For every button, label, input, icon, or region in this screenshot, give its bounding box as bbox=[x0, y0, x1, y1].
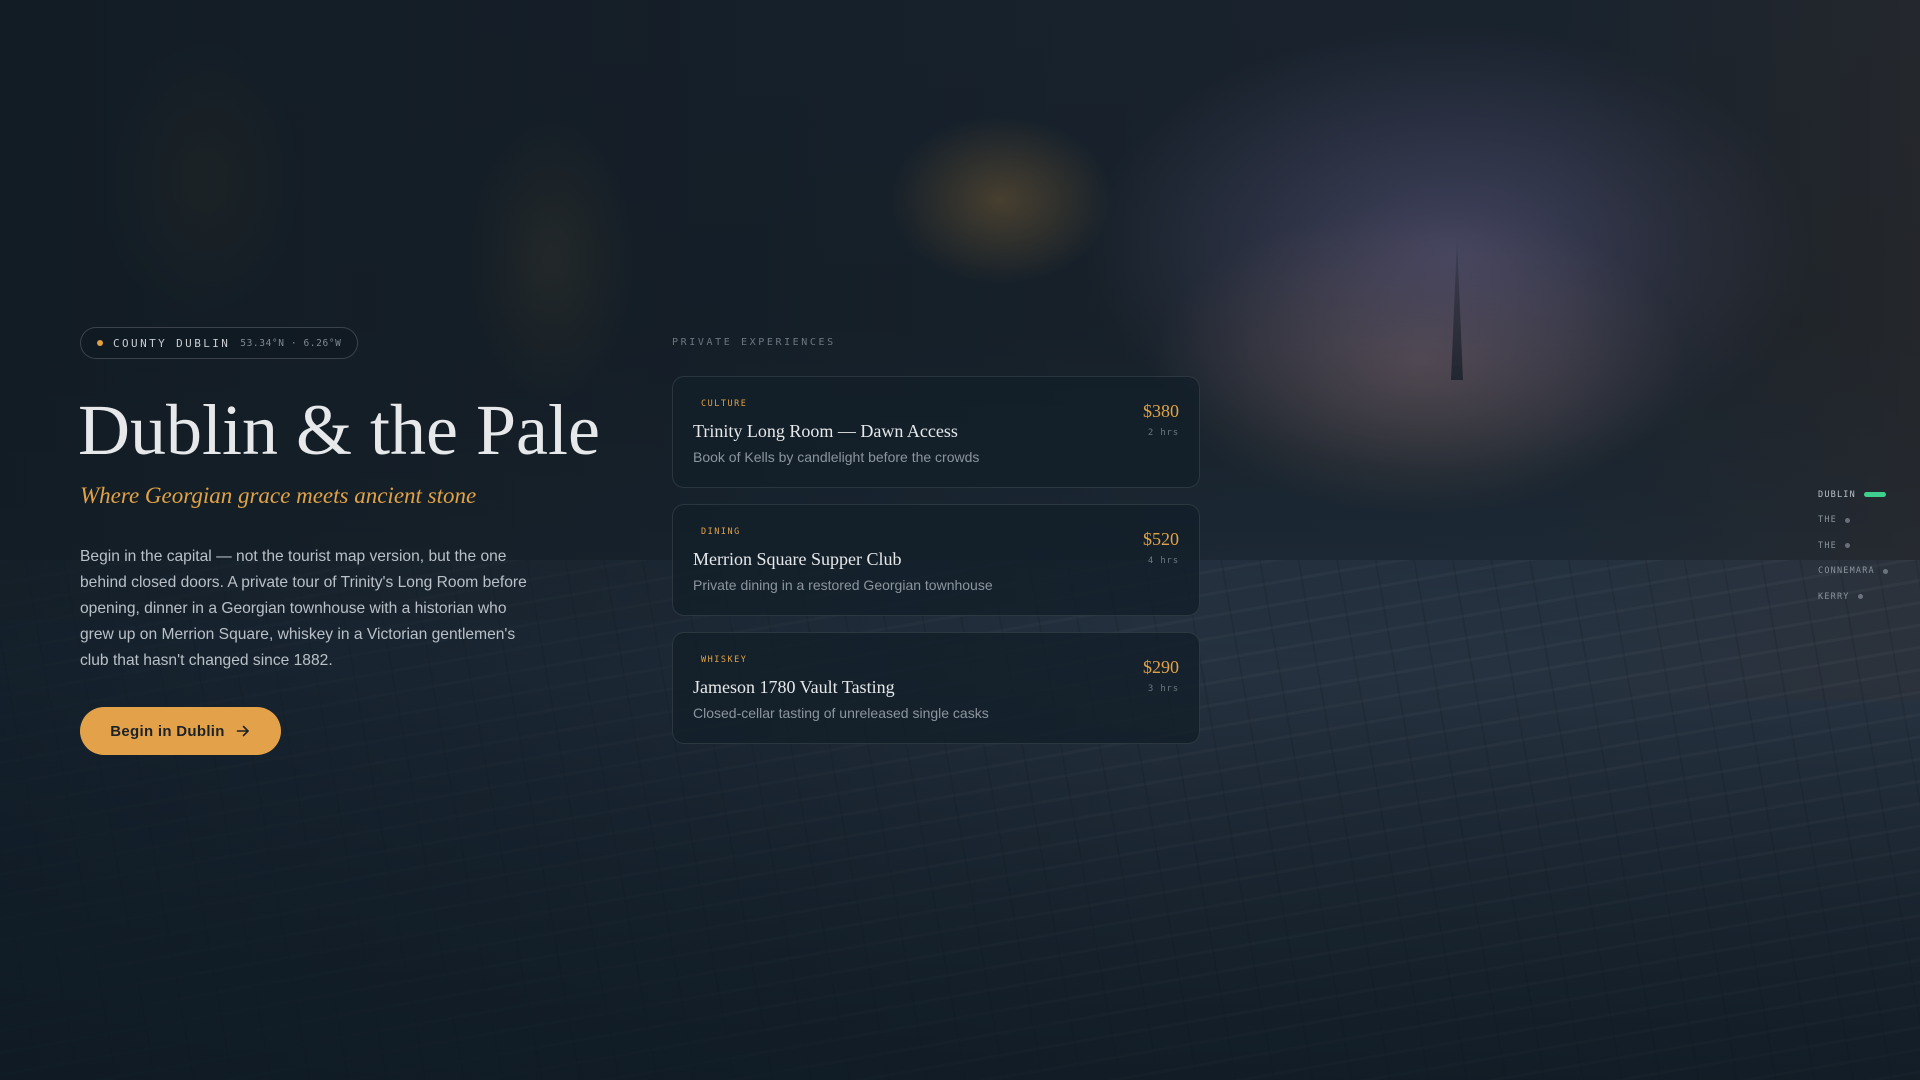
experience-duration: 3 hrs bbox=[1147, 684, 1179, 694]
experience-list: CULTURE Trinity Long Room — Dawn Access … bbox=[672, 376, 1200, 760]
page: COUNTY DUBLIN 53.34°N · 6.26°W Dublin & … bbox=[0, 0, 1920, 1080]
region-active-marker bbox=[1863, 492, 1886, 498]
region-marker-dot bbox=[1844, 517, 1850, 523]
experience-category: CULTURE bbox=[701, 399, 748, 409]
region-nav-label: THE bbox=[1818, 515, 1837, 526]
page-title: Dublin & the Pale bbox=[78, 390, 600, 470]
experience-price: $380 bbox=[1143, 401, 1179, 421]
region-nav-item-the[interactable]: THE bbox=[1818, 508, 1918, 534]
region-nav-label: CONNEMARA bbox=[1818, 566, 1875, 577]
experiences-section-label: PRIVATE EXPERIENCES bbox=[672, 337, 836, 348]
location-badge: COUNTY DUBLIN 53.34°N · 6.26°W bbox=[80, 327, 359, 359]
experience-card[interactable]: WHISKEY Jameson 1780 Vault Tasting Close… bbox=[672, 632, 1200, 744]
experience-description: Closed-cellar tasting of unreleased sing… bbox=[693, 705, 989, 721]
location-name: COUNTY DUBLIN bbox=[113, 336, 231, 350]
location-coordinates: 53.34°N · 6.26°W bbox=[240, 337, 342, 349]
hero-description: Begin in the capital — not the tourist m… bbox=[80, 548, 527, 669]
begin-button-label: Begin in Dublin bbox=[110, 722, 225, 740]
page-subtitle: Where Georgian grace meets ancient stone bbox=[80, 483, 477, 508]
experience-title: Trinity Long Room — Dawn Access bbox=[693, 421, 958, 441]
region-nav-label: THE bbox=[1818, 540, 1837, 551]
experience-duration: 2 hrs bbox=[1147, 428, 1179, 438]
experience-title: Merrion Square Supper Club bbox=[693, 549, 902, 569]
location-dot-icon bbox=[97, 340, 103, 346]
experience-price: $520 bbox=[1143, 529, 1179, 549]
experience-price: $290 bbox=[1143, 657, 1179, 677]
region-nav-item-the-2[interactable]: THE bbox=[1818, 533, 1918, 559]
experience-description: Private dining in a restored Georgian to… bbox=[693, 577, 993, 593]
experience-duration: 4 hrs bbox=[1147, 556, 1179, 566]
experience-card[interactable]: CULTURE Trinity Long Room — Dawn Access … bbox=[672, 376, 1200, 488]
region-nav-label: KERRY bbox=[1818, 591, 1850, 602]
region-nav-label: DUBLIN bbox=[1818, 489, 1856, 500]
arrow-right-icon bbox=[235, 723, 251, 739]
experience-card[interactable]: DINING Merrion Square Supper Club Privat… bbox=[672, 504, 1200, 616]
region-marker-dot bbox=[1844, 543, 1850, 549]
experience-description: Book of Kells by candlelight before the … bbox=[693, 449, 980, 465]
begin-button[interactable]: Begin in Dublin bbox=[80, 707, 281, 755]
region-marker-dot bbox=[1857, 594, 1863, 600]
region-nav-item-connemara[interactable]: CONNEMARA bbox=[1818, 559, 1918, 585]
region-nav: DUBLIN THE THE CONNEMARA KERRY bbox=[1818, 482, 1918, 610]
region-nav-item-dublin[interactable]: DUBLIN bbox=[1818, 482, 1918, 508]
experience-category: DINING bbox=[701, 527, 741, 537]
region-marker-dot bbox=[1882, 568, 1888, 574]
region-nav-item-kerry[interactable]: KERRY bbox=[1818, 584, 1918, 610]
experience-title: Jameson 1780 Vault Tasting bbox=[693, 677, 895, 697]
experience-category: WHISKEY bbox=[701, 655, 748, 665]
